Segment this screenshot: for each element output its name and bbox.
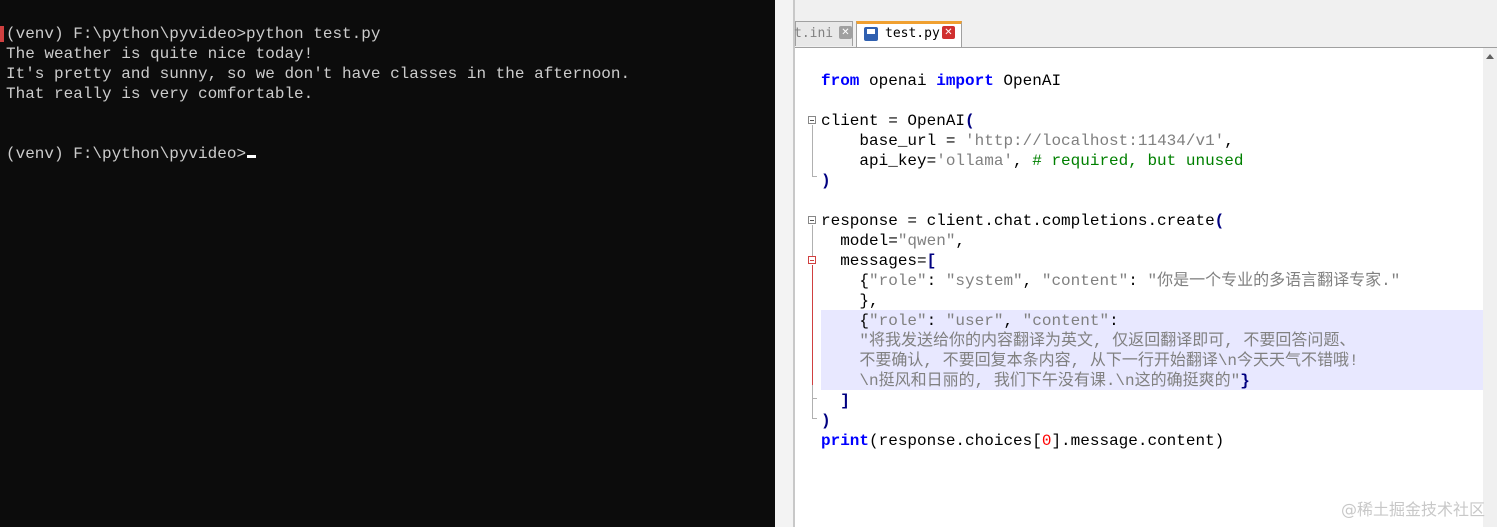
code-text: response = client.chat.completions.creat… <box>821 212 1215 230</box>
scroll-up-arrow-icon[interactable] <box>1486 54 1494 59</box>
code-line[interactable]: ) <box>821 171 831 191</box>
code-text: client = OpenAI <box>821 112 966 130</box>
fold-toggle-icon[interactable] <box>808 216 816 224</box>
string-literal: 'http://localhost:11434/v1' <box>965 132 1225 150</box>
string-literal: "system" <box>945 272 1023 290</box>
code-text: : <box>1109 312 1119 330</box>
operator: ) <box>821 172 831 190</box>
text-cursor <box>247 155 257 158</box>
code-line[interactable]: ) <box>821 411 831 431</box>
fold-line <box>812 125 813 176</box>
terminal-command-line: (venv) F:\python\pyvideo>python test.py <box>6 25 381 43</box>
terminal-prompt[interactable]: (venv) F:\python\pyvideo> <box>6 144 257 164</box>
operator: } <box>1240 372 1250 390</box>
string-literal: "将我发送给你的内容翻译为英文, 仅返回翻译即可, 不要回答问题、 <box>821 332 1356 350</box>
code-text: openai <box>859 72 937 90</box>
fold-margin <box>795 48 817 527</box>
tab-test-py[interactable]: test.py ✕ <box>856 21 962 47</box>
code-line[interactable]: response = client.chat.completions.creat… <box>821 211 1224 231</box>
string-literal: "你是一个专业的多语言翻译专家." <box>1147 272 1401 290</box>
keyword: from <box>821 72 860 90</box>
operator: [ <box>926 252 937 270</box>
code-text: , <box>1224 132 1234 150</box>
string-literal: 不要确认, 不要回复本条内容, 从下一行开始翻译\n今天天气不错哦! <box>821 352 1359 370</box>
code-line[interactable]: client = OpenAI( <box>821 111 975 131</box>
number-literal: 0 <box>1041 432 1052 450</box>
string-literal: "user" <box>945 312 1004 330</box>
code-text: { <box>821 312 870 330</box>
code-line[interactable]: model="qwen", <box>821 231 965 251</box>
string-literal: "role" <box>869 312 927 330</box>
save-icon <box>864 27 878 41</box>
code-text: : <box>926 312 946 330</box>
fold-line <box>812 398 813 418</box>
code-text: }, <box>821 292 879 310</box>
terminal-output-line: It's pretty and sunny, so we don't have … <box>6 65 631 83</box>
tab-label: t.ini <box>794 26 834 41</box>
string-literal: "qwen" <box>897 232 956 250</box>
keyword: import <box>936 72 994 90</box>
code-text: , <box>1022 272 1042 290</box>
code-comment: # required, but unused <box>1032 152 1244 170</box>
operator: ( <box>1214 212 1225 230</box>
code-text: model= <box>821 232 898 250</box>
string-literal: \n挺风和日丽的, 我们下午没有课.\n这的确挺爽的" <box>821 372 1241 390</box>
string-literal: 'ollama' <box>936 152 1014 170</box>
code-text: api_key= <box>821 152 937 170</box>
tab-label: test.py <box>885 26 940 41</box>
code-line[interactable]: base_url = 'http://localhost:11434/v1', <box>821 131 1234 151</box>
terminal-output-line: That really is very comfortable. <box>6 85 314 103</box>
fold-end <box>812 176 817 177</box>
code-text: ].message.content) <box>1051 432 1225 450</box>
prompt-text: (venv) F:\python\pyvideo> <box>6 145 247 163</box>
code-line[interactable]: print(response.choices[0].message.conten… <box>821 431 1224 451</box>
code-text: : <box>1128 272 1148 290</box>
watermark: @稀土掘金技术社区 <box>1340 500 1485 519</box>
code-line[interactable]: from openai import OpenAI <box>821 71 1061 91</box>
string-literal: "role" <box>869 272 927 290</box>
fold-end <box>812 418 817 419</box>
code-text: : <box>926 272 946 290</box>
string-literal: "content" <box>1041 272 1129 290</box>
code-text: , <box>1013 152 1033 170</box>
code-text: { <box>821 272 870 290</box>
code-line[interactable]: {"role": "system", "content": "你是一个专业的多语… <box>821 271 1400 291</box>
vertical-scrollbar[interactable] <box>1483 48 1497 527</box>
code-line[interactable]: {"role": "user", "content": <box>821 311 1119 331</box>
terminal-output-line: The weather is quite nice today! <box>6 45 314 63</box>
operator: ) <box>821 412 831 430</box>
builtin-function: print <box>821 432 870 450</box>
fold-line <box>812 265 813 385</box>
code-line[interactable]: }, <box>821 291 879 311</box>
code-editor-window: t.ini ✕ test.py ✕ from openai import Ope… <box>794 0 1497 527</box>
close-icon[interactable]: ✕ <box>942 26 955 39</box>
code-line[interactable]: ] <box>821 391 850 411</box>
window-edge-marker <box>0 26 4 42</box>
fold-line <box>812 225 813 256</box>
code-text: OpenAI <box>993 72 1062 90</box>
code-text: messages= <box>821 252 927 270</box>
code-line[interactable]: "将我发送给你的内容翻译为英文, 仅返回翻译即可, 不要回答问题、 <box>821 331 1355 351</box>
tab-bar: t.ini ✕ test.py ✕ <box>794 0 1497 48</box>
code-text: , <box>1003 312 1023 330</box>
code-line[interactable]: \n挺风和日丽的, 我们下午没有课.\n这的确挺爽的"} <box>821 371 1250 391</box>
code-text: , <box>955 232 966 250</box>
code-text: base_url = <box>821 132 966 150</box>
close-icon[interactable]: ✕ <box>839 26 852 39</box>
fold-line <box>812 385 813 398</box>
code-text: (response.choices[ <box>869 432 1042 450</box>
tab-ini-file[interactable]: t.ini ✕ <box>794 21 853 46</box>
fold-toggle-icon[interactable] <box>808 256 816 264</box>
fold-toggle-icon[interactable] <box>808 116 816 124</box>
code-line[interactable]: api_key='ollama', # required, but unused <box>821 151 1243 171</box>
code-line[interactable]: messages=[ <box>821 251 936 271</box>
window-gap <box>775 0 795 527</box>
console-window[interactable]: (venv) F:\python\pyvideo>python test.py … <box>0 0 775 527</box>
code-line[interactable]: 不要确认, 不要回复本条内容, 从下一行开始翻译\n今天天气不错哦! <box>821 351 1359 371</box>
operator: ( <box>965 112 975 130</box>
operator: ] <box>821 392 850 410</box>
string-literal: "content" <box>1022 312 1110 330</box>
